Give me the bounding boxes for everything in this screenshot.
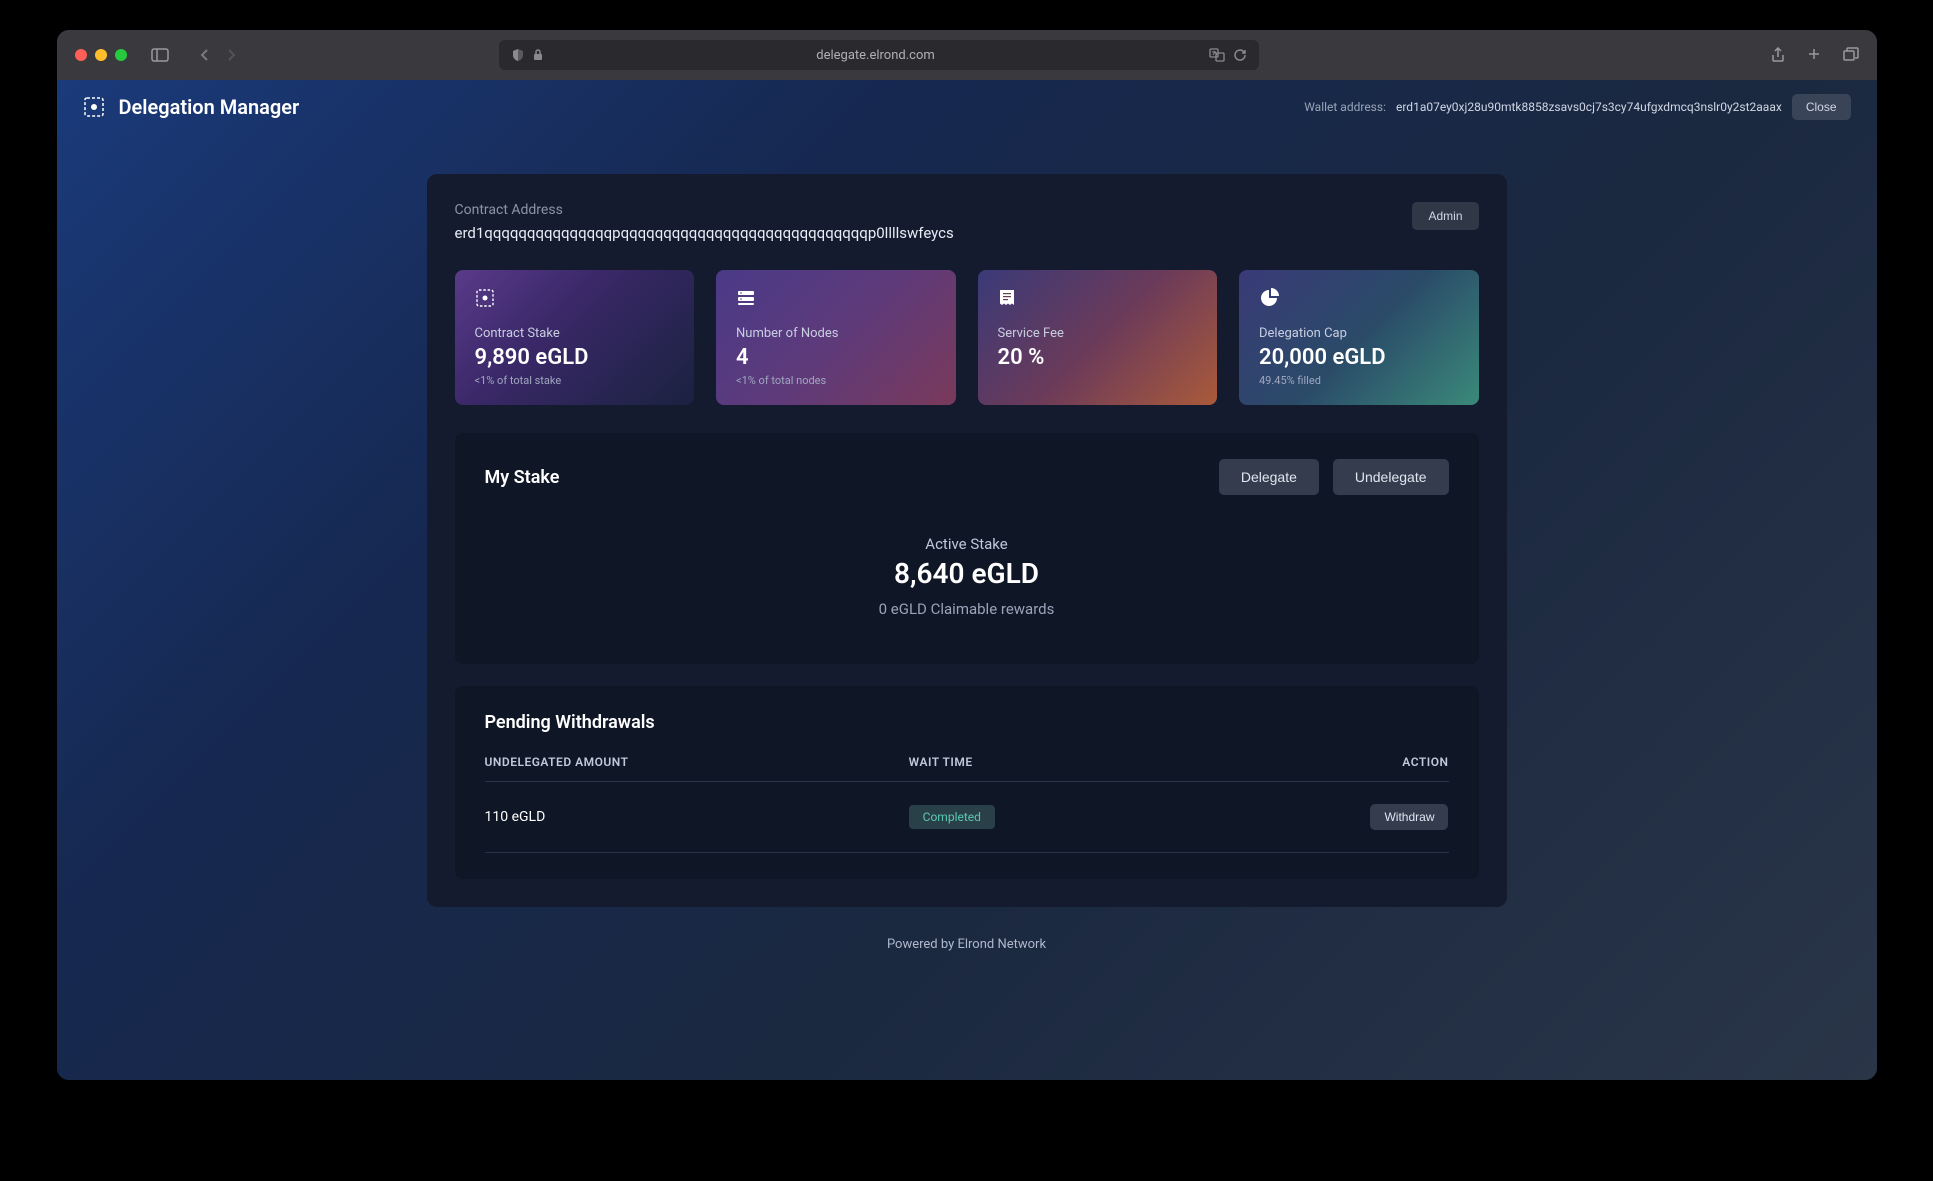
card-label: Delegation Cap — [1259, 326, 1459, 341]
th-wait: WAIT TIME — [909, 755, 1256, 769]
browser-chrome: delegate.elrond.com — [57, 30, 1877, 80]
status-badge: Completed — [909, 805, 995, 829]
card-sub: <1% of total stake — [475, 374, 675, 387]
contract-address: erd1qqqqqqqqqqqqqqqpqqqqqqqqqqqqqqqqqqqq… — [455, 224, 954, 242]
sidebar-toggle-icon[interactable] — [151, 48, 169, 62]
active-stake-value: 8,640 eGLD — [485, 557, 1449, 590]
new-tab-icon[interactable] — [1807, 47, 1821, 63]
nav-arrows — [199, 48, 237, 62]
card-contract-stake: Contract Stake 9,890 eGLD <1% of total s… — [455, 270, 695, 405]
contract-row: Contract Address erd1qqqqqqqqqqqqqqqpqqq… — [455, 202, 1479, 242]
card-value: 4 — [736, 345, 936, 370]
claimable-rewards: 0 eGLD Claimable rewards — [485, 600, 1449, 618]
withdrawals-title: Pending Withdrawals — [485, 712, 1449, 733]
tabs-overview-icon[interactable] — [1843, 47, 1859, 63]
stake-icon — [475, 288, 495, 308]
pie-chart-icon — [1259, 288, 1279, 308]
section-header: My Stake Delegate Undelegate — [485, 459, 1449, 495]
main-content: Contract Address erd1qqqqqqqqqqqqqqqpqqq… — [57, 134, 1877, 1080]
app-header: Delegation Manager Wallet address: erd1a… — [57, 80, 1877, 134]
wallet-address: erd1a07ey0xj28u90mtk8858zsavs0cj7s3cy74u… — [1396, 100, 1782, 114]
card-label: Service Fee — [998, 326, 1198, 341]
card-value: 9,890 eGLD — [475, 345, 675, 370]
contract-label: Contract Address — [455, 202, 954, 218]
card-value: 20,000 eGLD — [1259, 345, 1459, 370]
close-button[interactable]: Close — [1792, 94, 1851, 120]
reload-icon[interactable] — [1233, 48, 1247, 62]
url-text: delegate.elrond.com — [551, 48, 1201, 63]
app-content: Delegation Manager Wallet address: erd1a… — [57, 80, 1877, 1080]
back-icon[interactable] — [199, 48, 209, 62]
footer-text: Powered by Elrond Network — [887, 907, 1046, 982]
server-icon — [736, 288, 756, 308]
table-headers: UNDELEGATED AMOUNT WAIT TIME ACTION — [485, 755, 1449, 782]
main-panel: Contract Address erd1qqqqqqqqqqqqqqqpqqq… — [427, 174, 1507, 907]
minimize-window-icon[interactable] — [95, 49, 107, 61]
translate-icon[interactable] — [1209, 48, 1225, 62]
row-wait: Completed — [909, 805, 1256, 829]
th-action: ACTION — [1256, 755, 1449, 769]
card-label: Number of Nodes — [736, 326, 936, 341]
admin-button[interactable]: Admin — [1412, 202, 1478, 230]
lock-icon — [533, 49, 543, 61]
wallet-info: Wallet address: erd1a07ey0xj28u90mtk8858… — [1304, 94, 1850, 120]
row-amount: 110 eGLD — [485, 809, 909, 825]
table-row: 110 eGLD Completed Withdraw — [485, 782, 1449, 853]
card-service-fee: Service Fee 20 % — [978, 270, 1218, 405]
withdraw-button[interactable]: Withdraw — [1370, 804, 1448, 830]
close-window-icon[interactable] — [75, 49, 87, 61]
forward-icon[interactable] — [227, 48, 237, 62]
stake-summary: Active Stake 8,640 eGLD 0 eGLD Claimable… — [485, 525, 1449, 638]
pending-withdrawals-section: Pending Withdrawals UNDELEGATED AMOUNT W… — [455, 686, 1479, 879]
app-title: Delegation Manager — [119, 95, 300, 119]
card-nodes: Number of Nodes 4 <1% of total nodes — [716, 270, 956, 405]
undelegate-button[interactable]: Undelegate — [1333, 459, 1449, 495]
delegate-button[interactable]: Delegate — [1219, 459, 1319, 495]
card-label: Contract Stake — [475, 326, 675, 341]
my-stake-title: My Stake — [485, 467, 560, 488]
stat-cards: Contract Stake 9,890 eGLD <1% of total s… — [455, 270, 1479, 405]
maximize-window-icon[interactable] — [115, 49, 127, 61]
browser-window: delegate.elrond.com Delega — [57, 30, 1877, 1080]
address-bar[interactable]: delegate.elrond.com — [499, 40, 1259, 70]
elrond-logo-icon — [83, 96, 105, 118]
privacy-shield-icon[interactable] — [511, 48, 525, 62]
card-delegation-cap: Delegation Cap 20,000 eGLD 49.45% filled — [1239, 270, 1479, 405]
receipt-icon — [998, 288, 1018, 308]
active-stake-label: Active Stake — [485, 535, 1449, 553]
card-sub: 49.45% filled — [1259, 374, 1459, 387]
my-stake-section: My Stake Delegate Undelegate Active Stak… — [455, 433, 1479, 664]
card-sub: <1% of total nodes — [736, 374, 936, 387]
row-action: Withdraw — [1256, 804, 1449, 830]
share-icon[interactable] — [1771, 47, 1785, 63]
stake-actions: Delegate Undelegate — [1219, 459, 1449, 495]
contract-info: Contract Address erd1qqqqqqqqqqqqqqqpqqq… — [455, 202, 954, 242]
chrome-right-actions — [1771, 47, 1859, 63]
traffic-lights — [75, 49, 127, 61]
card-value: 20 % — [998, 345, 1198, 370]
th-amount: UNDELEGATED AMOUNT — [485, 755, 909, 769]
wallet-label: Wallet address: — [1304, 100, 1386, 114]
